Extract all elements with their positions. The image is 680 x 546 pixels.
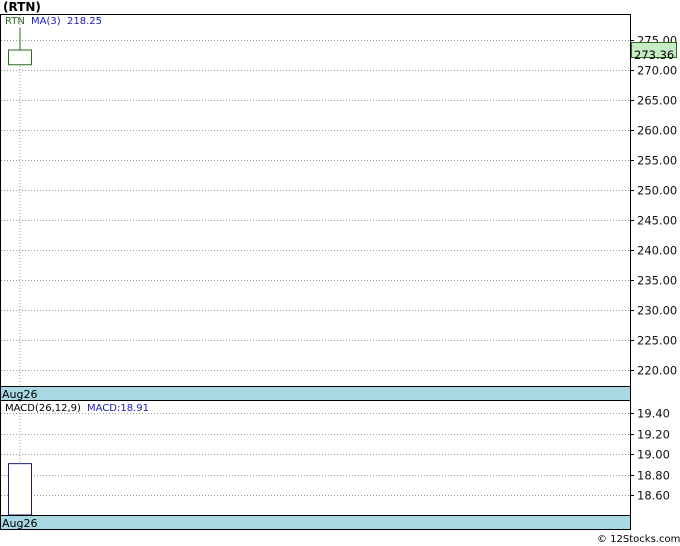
stock-chart: (RTN) 275.00 270.00 265.00 260.00 255.00 250.… <box>0 0 680 546</box>
macd-value-label: MACD:18.91 <box>87 403 149 414</box>
macd-axis: 19.40 19.20 19.00 18.80 18.60 <box>630 407 670 503</box>
date-bar-macd <box>0 515 631 530</box>
candles <box>8 28 32 66</box>
price-tick-label: 260.00 <box>637 124 677 138</box>
price-tick-label: 255.00 <box>637 154 677 168</box>
credit-text: © 12Stocks.com <box>597 534 680 545</box>
legend-ma-value: 218.25 <box>67 16 102 27</box>
chart-title: (RTN) <box>3 0 41 14</box>
price-gridlines <box>1 40 630 371</box>
chart-svg: (RTN) 275.00270.00265.00260.00255.00250.… <box>0 0 680 545</box>
macd-tick-label: 19.00 <box>637 448 670 462</box>
date-label-macd: Aug26 <box>2 517 37 530</box>
macd-tick-label: 18.80 <box>637 469 670 483</box>
macd-tick-label: 19.40 <box>637 407 670 421</box>
macd-tick-label: 19.20 <box>637 428 670 442</box>
price-tick-label: 220.00 <box>637 364 677 378</box>
price-tick-label: 265.00 <box>637 94 677 108</box>
price-tick-label: 225.00 <box>637 334 677 348</box>
macd-bars <box>8 463 32 516</box>
price-tick-label: 230.00 <box>637 304 677 318</box>
macd-bar <box>8 463 32 516</box>
legend-ma-label: MA(3) <box>31 16 61 27</box>
price-tick-label: 240.00 <box>637 244 677 258</box>
price-axis: 275.00270.00265.00260.00255.00250.00245.… <box>630 34 677 378</box>
price-tick-label: 270.00 <box>637 64 677 78</box>
price-tick-label: 245.00 <box>637 214 677 228</box>
macd-label: MACD(26,12,9) <box>5 403 81 414</box>
macd-tick-label: 18.60 <box>637 489 670 503</box>
macd-panel <box>0 400 631 516</box>
legend-symbol: RTN <box>5 16 25 27</box>
macd-gridlines <box>1 413 630 496</box>
price-tick-label: 235.00 <box>637 274 677 288</box>
date-bar-price <box>0 386 631 401</box>
last-price-label: 273.36 <box>634 48 674 62</box>
candle-body <box>8 49 32 66</box>
price-tick-label: 250.00 <box>637 184 677 198</box>
date-label-price: Aug26 <box>2 388 37 401</box>
